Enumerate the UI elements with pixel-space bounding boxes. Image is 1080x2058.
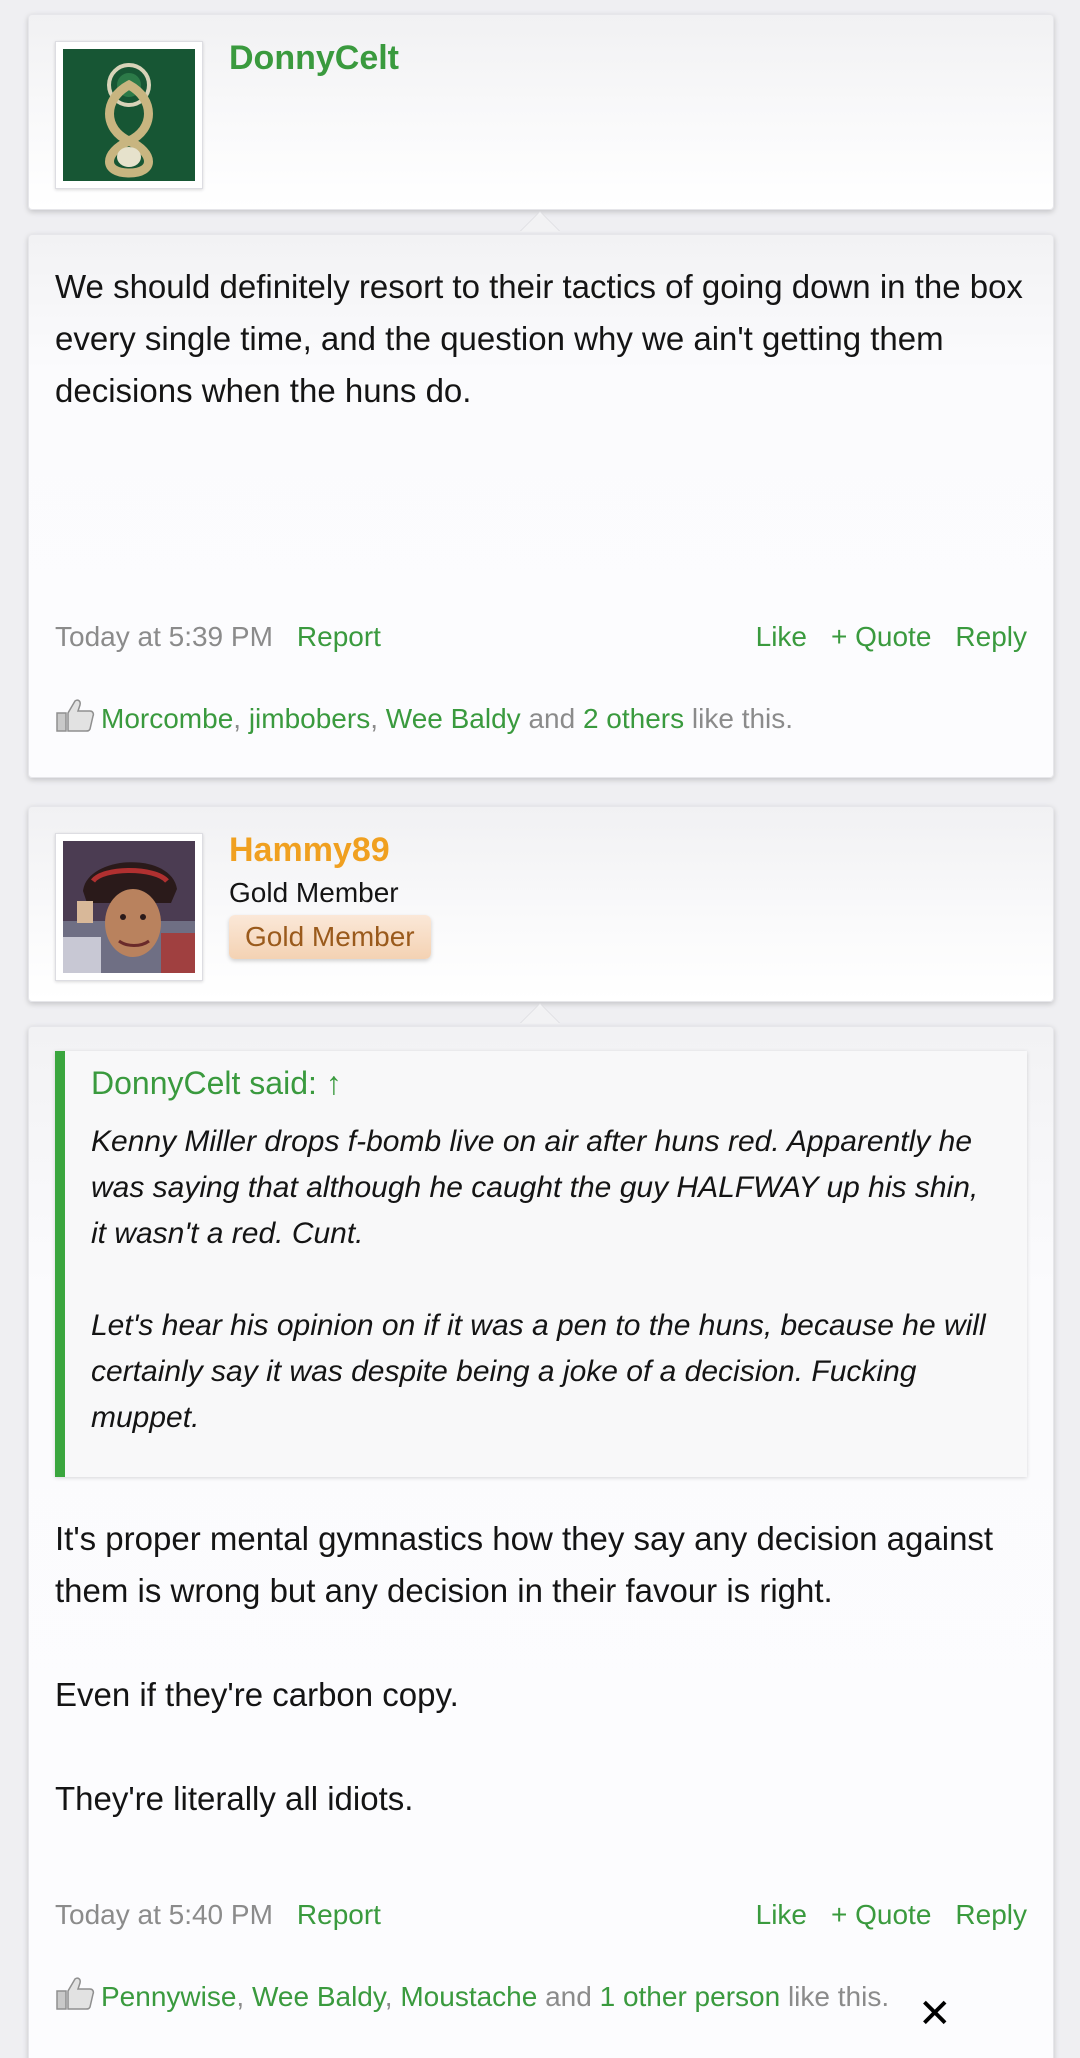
thumbs-up-icon <box>55 697 95 744</box>
reply-button[interactable]: Reply <box>955 621 1027 652</box>
message-meta: Today at 5:39 PM Report Like + Quote Reply <box>55 617 1027 657</box>
liker-link[interactable]: Pennywise <box>101 1981 236 2012</box>
card-pointer <box>520 1004 560 1024</box>
message-text: It's proper mental gymnastics how they s… <box>55 1513 1027 1825</box>
likes-and: and <box>545 1980 592 2012</box>
liker-link[interactable]: Wee Baldy <box>386 703 521 734</box>
post-user-card: Hammy89 Gold Member Gold Member <box>28 806 1054 1002</box>
post-message-card: We should definitely resort to their tac… <box>28 234 1054 778</box>
quote-block: DonnyCelt said: ↑ Kenny Miller drops f-b… <box>55 1051 1027 1477</box>
like-button[interactable]: Like <box>756 1899 807 1930</box>
avatar[interactable] <box>55 41 203 189</box>
likes-others-link[interactable]: 1 other person <box>600 1981 781 2012</box>
post-timestamp[interactable]: Today at 5:40 PM <box>55 1899 273 1930</box>
liker-link[interactable]: Morcombe <box>101 703 233 734</box>
message-paragraph: They're literally all idiots. <box>55 1780 414 1817</box>
likes-others-link[interactable]: 2 others <box>583 703 684 734</box>
report-link[interactable]: Report <box>297 1899 381 1930</box>
thumbs-up-icon <box>55 1975 95 2022</box>
quote-body: Kenny Miller drops f-bomb live on air af… <box>91 1119 1001 1441</box>
post-timestamp[interactable]: Today at 5:39 PM <box>55 621 273 652</box>
liker-link[interactable]: jimbobers <box>249 703 370 734</box>
quote-button[interactable]: + Quote <box>831 621 931 652</box>
report-link[interactable]: Report <box>297 621 381 652</box>
thread-page: DonnyCelt We should definitely resort to… <box>0 0 1080 2058</box>
user-photo-icon <box>63 841 195 973</box>
celtic-crest-icon <box>63 49 195 181</box>
quote-paragraph: Kenny Miller drops f-bomb live on air af… <box>91 1125 979 1250</box>
quote-button[interactable]: + Quote <box>831 1899 931 1930</box>
likes-summary: Pennywise, Wee Baldy, Moustache and 1 ot… <box>55 1975 1027 2015</box>
close-icon[interactable]: ✕ <box>918 1994 952 2034</box>
user-title: Gold Member <box>229 877 399 908</box>
user-banner: Gold Member <box>229 915 431 959</box>
likes-and: and <box>528 702 576 734</box>
message-meta: Today at 5:40 PM Report Like + Quote Reply <box>55 1895 1027 1935</box>
post-message-card: DonnyCelt said: ↑ Kenny Miller drops f-b… <box>28 1026 1054 2058</box>
username[interactable]: Hammy89 <box>229 831 390 870</box>
message-paragraph: Even if they're carbon copy. <box>55 1676 459 1713</box>
message-paragraph: It's proper mental gymnastics how they s… <box>55 1520 994 1609</box>
post-user-card: DonnyCelt <box>28 14 1054 210</box>
likes-suffix: like this. <box>691 702 794 734</box>
avatar[interactable] <box>55 833 203 981</box>
reply-button[interactable]: Reply <box>955 1899 1027 1930</box>
username[interactable]: DonnyCelt <box>229 39 399 78</box>
liker-link[interactable]: Moustache <box>400 1981 537 2012</box>
message-text: We should definitely resort to their tac… <box>55 268 1023 409</box>
likes-summary: Morcombe, jimbobers, Wee Baldy and 2 oth… <box>55 697 1027 737</box>
card-pointer <box>520 212 560 232</box>
like-button[interactable]: Like <box>756 621 807 652</box>
quote-author-link[interactable]: DonnyCelt said: ↑ <box>91 1065 342 1102</box>
liker-link[interactable]: Wee Baldy <box>252 1981 385 2012</box>
quote-paragraph: Let's hear his opinion on if it was a pe… <box>91 1309 986 1434</box>
likes-suffix: like this. <box>787 1980 890 2012</box>
